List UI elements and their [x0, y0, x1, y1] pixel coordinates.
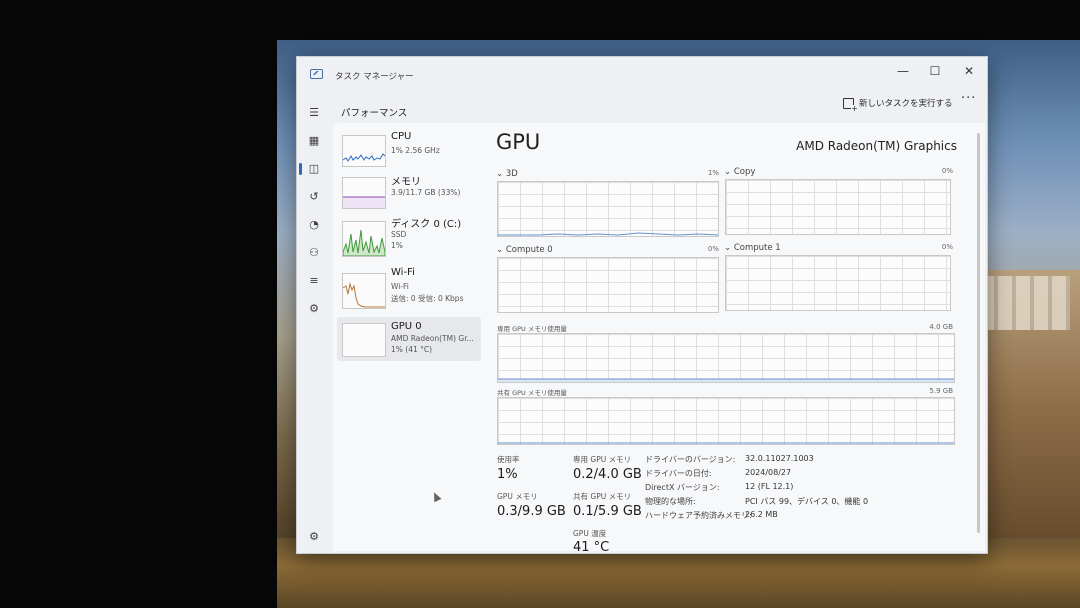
property-key: ドライバーの日付: [645, 469, 712, 478]
engine-copy-label[interactable]: ⌄ Copy [724, 167, 755, 177]
device-item-disk[interactable]: ディスク 0 (C:) SSD 1% [337, 211, 481, 261]
device-name: メモリ [391, 177, 421, 188]
detail-title: GPU [496, 130, 541, 154]
startup-apps-icon[interactable]: ◔ [306, 217, 322, 233]
disk-thumbnail-graph [342, 221, 386, 257]
device-sub: Wi-Fi [391, 282, 409, 291]
engine-3d-label[interactable]: ⌄ 3D [496, 169, 518, 179]
device-item-cpu[interactable]: CPU 1% 2.56 GHz [337, 127, 481, 173]
device-name: ディスク 0 (C:) [391, 219, 462, 230]
content-pane: CPU 1% 2.56 GHz メモリ 3.9/11.7 GB (33%) ディ… [333, 123, 985, 551]
engine-compute1-label[interactable]: ⌄ Compute 1 [724, 243, 781, 253]
device-sub: SSD [391, 230, 407, 239]
dedicated-memory-label: 専用 GPU メモリ使用量 [497, 325, 567, 333]
property-value: 32.0.11027.1003 [745, 454, 814, 463]
page-header: パフォーマンス 新しいタスクを実行する ··· [333, 91, 983, 121]
engine-compute0-percent: 0% [707, 245, 719, 253]
services-icon[interactable]: ⚙ [306, 301, 322, 317]
device-item-gpu[interactable]: GPU 0 AMD Radeon(TM) Gr... 1% (41 °C) [337, 317, 481, 361]
shared-memory-max: 5.9 GB [929, 387, 953, 395]
engine-copy-percent: 0% [941, 167, 953, 175]
device-sub: 1% 2.56 GHz [391, 146, 440, 155]
dedicated-gpu-memory-value: 0.2/4.0 GB [573, 467, 642, 482]
shared-memory-graph [497, 397, 955, 445]
gpu-model-name: AMD Radeon(TM) Graphics [796, 139, 957, 153]
app-history-icon[interactable]: ↺ [306, 189, 322, 205]
hamburger-icon[interactable]: ☰ [306, 105, 322, 121]
dedicated-gpu-memory-label: 専用 GPU メモリ [573, 455, 632, 464]
run-new-task-label: 新しいタスクを実行する [859, 99, 953, 109]
run-new-task-button[interactable]: 新しいタスクを実行する [843, 97, 953, 113]
device-item-wifi[interactable]: Wi-Fi Wi-Fi 送信: 0 受信: 0 Kbps [337, 263, 481, 313]
device-sub: 1% [391, 241, 403, 250]
engine-copy-graph [725, 179, 951, 235]
engine-compute0-graph [497, 257, 719, 313]
property-key: DirectX バージョン: [645, 483, 720, 492]
property-value: 26.2 MB [745, 510, 778, 519]
property-key: 物理的な場所: [645, 497, 696, 506]
shared-gpu-memory-label: 共有 GPU メモリ [573, 492, 632, 501]
shared-gpu-memory-value: 0.1/5.9 GB [573, 504, 642, 519]
device-list: CPU 1% 2.56 GHz メモリ 3.9/11.7 GB (33%) ディ… [333, 123, 483, 551]
users-icon[interactable]: ⚇ [306, 245, 322, 261]
nav-rail: ☰ ▦ ◫ ↺ ◔ ⚇ ≡ ⚙ ⚙ [297, 97, 331, 553]
engine-compute1-graph [725, 255, 951, 311]
mouse-cursor-icon [430, 490, 442, 503]
device-item-memory[interactable]: メモリ 3.9/11.7 GB (33%) [337, 169, 481, 215]
engine-3d-graph [497, 181, 719, 237]
page-title: パフォーマンス [341, 108, 408, 119]
memory-thumbnail-graph [342, 177, 386, 209]
gpu-memory-value: 0.3/9.9 GB [497, 504, 566, 519]
device-name: Wi-Fi [391, 267, 415, 278]
window-title: タスク マネージャー [335, 72, 414, 82]
engine-compute1-percent: 0% [941, 243, 953, 251]
maximize-button[interactable]: ☐ [921, 61, 949, 81]
cpu-thumbnail-graph [342, 135, 386, 167]
gpu-thumbnail-graph [342, 323, 386, 357]
gpu-memory-label: GPU メモリ [497, 492, 538, 501]
close-button[interactable]: ✕ [955, 61, 983, 81]
property-key: ドライバーのバージョン: [645, 455, 736, 464]
settings-icon[interactable]: ⚙ [306, 529, 322, 545]
device-name: CPU [391, 131, 412, 142]
engine-3d-percent: 1% [707, 169, 719, 177]
property-key: ハードウェア予約済みメモリ: [645, 511, 752, 520]
task-manager-app-icon [310, 69, 323, 79]
performance-icon[interactable]: ◫ [299, 161, 322, 177]
task-manager-window: タスク マネージャー — ☐ ✕ パフォーマンス 新しいタスクを実行する ···… [296, 56, 988, 554]
gpu-temperature-label: GPU 温度 [573, 529, 607, 538]
title-bar[interactable]: タスク マネージャー — ☐ ✕ [297, 57, 987, 89]
dedicated-memory-max: 4.0 GB [929, 323, 953, 331]
detail-scrollbar[interactable] [977, 133, 980, 533]
engine-compute0-label[interactable]: ⌄ Compute 0 [496, 245, 553, 255]
device-sub: AMD Radeon(TM) Gr... [391, 334, 474, 343]
new-task-icon [843, 97, 858, 113]
minimize-button[interactable]: — [889, 61, 917, 81]
property-value: 2024/08/27 [745, 468, 792, 477]
processes-icon[interactable]: ▦ [306, 133, 322, 149]
usage-value: 1% [497, 467, 518, 482]
details-icon[interactable]: ≡ [306, 273, 322, 289]
gpu-temperature-value: 41 °C [573, 540, 610, 551]
gpu-detail-panel: GPU AMD Radeon(TM) Graphics ⌄ 3D 1% ⌄ Co… [493, 123, 983, 551]
wifi-thumbnail-graph [342, 273, 386, 309]
device-sub: 1% (41 °C) [391, 345, 433, 354]
more-options-button[interactable]: ··· [961, 91, 976, 106]
device-name: GPU 0 [391, 321, 422, 332]
shared-memory-label: 共有 GPU メモリ使用量 [497, 389, 567, 397]
property-value: 12 (FL 12.1) [745, 482, 794, 491]
usage-label: 使用率 [497, 455, 520, 464]
device-sub: 3.9/11.7 GB (33%) [391, 188, 461, 197]
device-sub: 送信: 0 受信: 0 Kbps [391, 294, 464, 303]
property-value: PCI バス 99、デバイス 0、機能 0 [745, 497, 869, 506]
dedicated-memory-graph [497, 333, 955, 383]
